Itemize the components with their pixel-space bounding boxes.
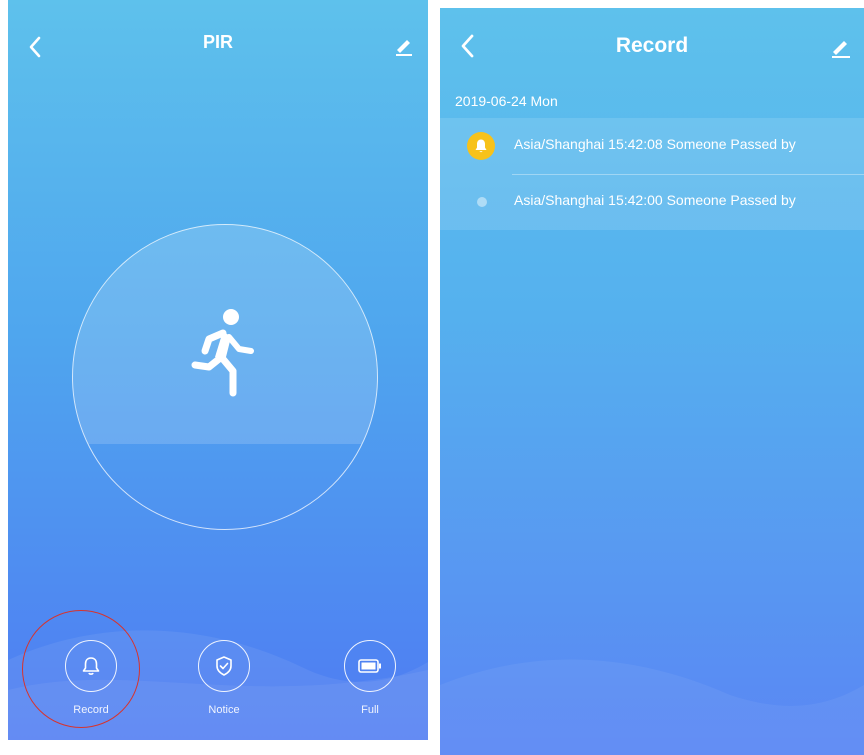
record-highlight-ring xyxy=(22,610,140,728)
running-person-icon xyxy=(191,309,254,397)
date-header: 2019-06-24 Mon xyxy=(455,93,558,109)
list-item[interactable]: Asia/Shanghai 15:42:00 Someone Passed by xyxy=(440,174,864,230)
edit-button[interactable] xyxy=(830,36,852,63)
record-screen: Record 2019-06-24 Mon Asia/Shanghai 15:4… xyxy=(440,8,864,755)
pir-navbar: PIR xyxy=(8,0,428,80)
pencil-icon xyxy=(832,41,850,58)
battery-control[interactable]: Full xyxy=(335,640,405,716)
record-navbar: Record xyxy=(440,8,864,88)
list-item[interactable]: Asia/Shanghai 15:42:08 Someone Passed by xyxy=(440,118,864,175)
shield-check-icon xyxy=(216,656,232,676)
page-title: PIR xyxy=(202,32,233,52)
battery-button[interactable] xyxy=(344,640,396,692)
decorative-waves xyxy=(440,659,864,755)
record-list: Asia/Shanghai 15:42:08 Someone Passed by… xyxy=(440,118,864,230)
edit-button[interactable] xyxy=(394,36,414,61)
record-text: Asia/Shanghai 15:42:08 Someone Passed by xyxy=(514,136,796,152)
notice-control[interactable]: Notice xyxy=(189,640,259,716)
battery-label: Full xyxy=(361,704,379,716)
motion-status-circle xyxy=(72,224,378,530)
battery-icon xyxy=(358,659,381,673)
notice-label: Notice xyxy=(208,704,240,716)
pir-screen: PIR Record Notice Full xyxy=(8,0,428,740)
pencil-icon xyxy=(396,40,412,56)
page-title: Record xyxy=(615,34,689,57)
notice-button[interactable] xyxy=(198,640,250,692)
dot-icon xyxy=(477,197,487,207)
record-text: Asia/Shanghai 15:42:00 Someone Passed by xyxy=(514,192,796,208)
bell-icon xyxy=(467,132,495,160)
